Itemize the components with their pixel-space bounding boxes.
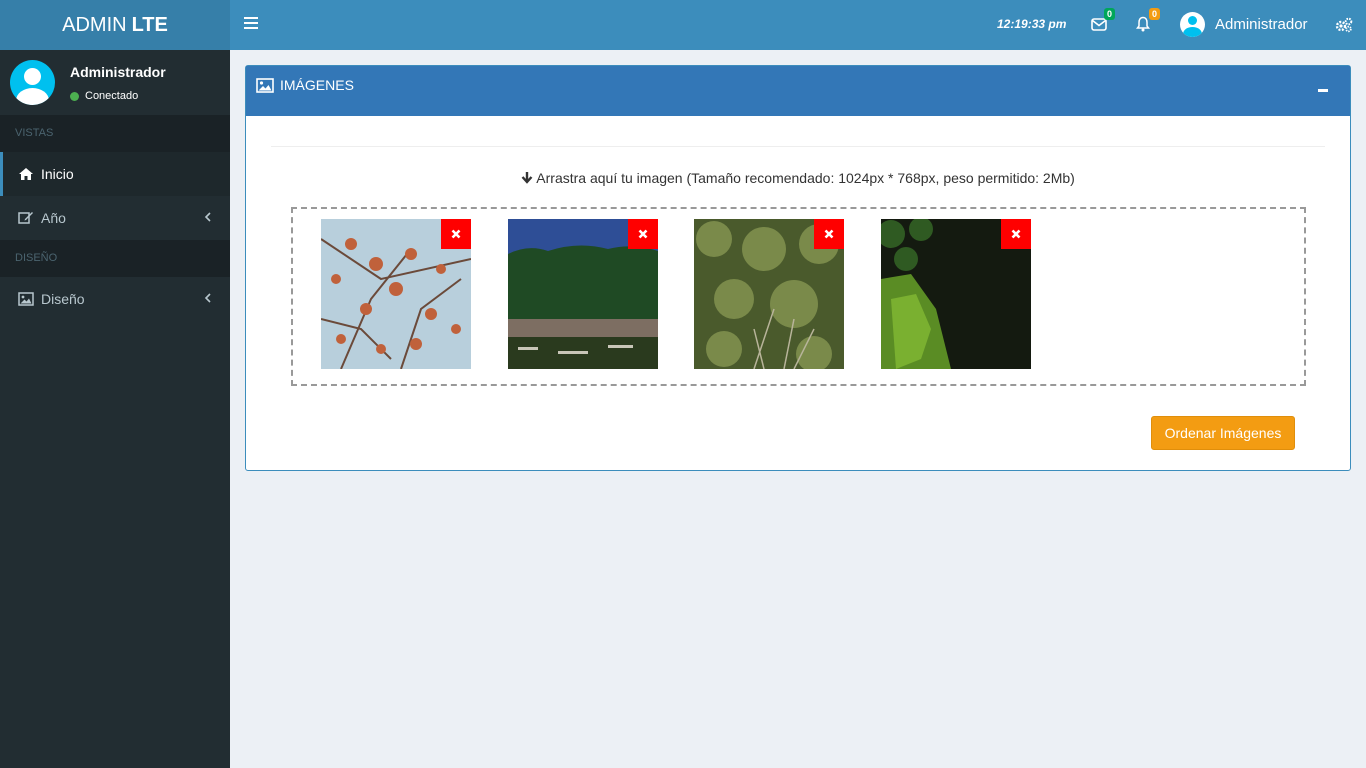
images-panel: IMÁGENES Arrastra aquí tu imagen (Tamaño… [245,65,1351,471]
edit-icon [18,212,33,224]
image-thumbnail-3[interactable] [694,219,844,369]
image-icon [256,77,274,93]
user-panel: Administrador Conectado [0,50,230,115]
sidebar-item-label: Inicio [41,166,74,182]
sidebar-item-label: Diseño [41,291,85,307]
sidebar-toggle-icon[interactable] [244,17,258,33]
panel-header: IMÁGENES [246,66,1350,116]
sidebar: Administrador Conectado VISTAS Inicio Añ… [0,50,230,768]
top-navbar: 12:19:33 pm 0 0 Administrador [230,0,1366,50]
gears-icon [1335,17,1353,33]
image-dropzone[interactable] [291,207,1306,386]
bell-icon [1136,16,1150,32]
user-avatar-icon [1180,12,1205,37]
user-menu-name: Administrador [1215,16,1308,33]
divider [271,146,1325,147]
logo-bold: LTE [131,13,168,36]
envelope-icon [1091,18,1107,31]
collapse-icon[interactable] [1318,89,1328,92]
notifications-badge: 0 [1148,8,1160,20]
sidebar-item-ano[interactable]: Año [0,196,230,240]
home-icon [19,168,33,180]
order-images-button[interactable]: Ordenar Imágenes [1151,416,1295,450]
image-thumbnail-2[interactable] [508,219,658,369]
chevron-left-icon [204,293,211,303]
user-status: Conectado [70,90,138,102]
clock: 12:19:33 pm [997,17,1067,31]
sidebar-item-label: Año [41,210,66,226]
user-menu[interactable]: Administrador [1180,12,1308,37]
panel-title-text: IMÁGENES [280,77,354,93]
delete-image-button[interactable] [1001,219,1031,249]
close-icon [451,229,461,239]
drop-hint-text: Arrastra aquí tu imagen (Tamaño recomend… [536,170,1075,186]
close-icon [638,229,648,239]
logo-light: ADMIN [62,13,127,36]
user-status-label: Conectado [85,90,139,102]
arrow-down-icon [521,172,533,184]
mail-button[interactable]: 0 [1091,8,1115,34]
panel-title: IMÁGENES [256,77,354,93]
image-icon [18,292,34,306]
avatar [10,60,55,105]
close-icon [824,229,834,239]
delete-image-button[interactable] [814,219,844,249]
image-thumbnail-4[interactable] [881,219,1031,369]
image-thumbnail-1[interactable] [321,219,471,369]
settings-button[interactable] [1335,17,1353,35]
drop-hint: Arrastra aquí tu imagen (Tamaño recomend… [246,170,1350,186]
notifications-button[interactable]: 0 [1136,8,1160,34]
sidebar-item-diseno[interactable]: Diseño [0,277,230,321]
section-header-vistas: VISTAS [0,115,230,152]
sidebar-user-name: Administrador [70,64,166,80]
chevron-left-icon [204,212,211,222]
sidebar-item-inicio[interactable]: Inicio [0,152,230,196]
mail-badge: 0 [1103,8,1115,20]
online-dot-icon [70,91,79,101]
app-logo[interactable]: ADMIN LTE [0,0,230,50]
close-icon [1011,229,1021,239]
delete-image-button[interactable] [628,219,658,249]
section-header-diseno: DISEÑO [0,240,230,277]
delete-image-button[interactable] [441,219,471,249]
